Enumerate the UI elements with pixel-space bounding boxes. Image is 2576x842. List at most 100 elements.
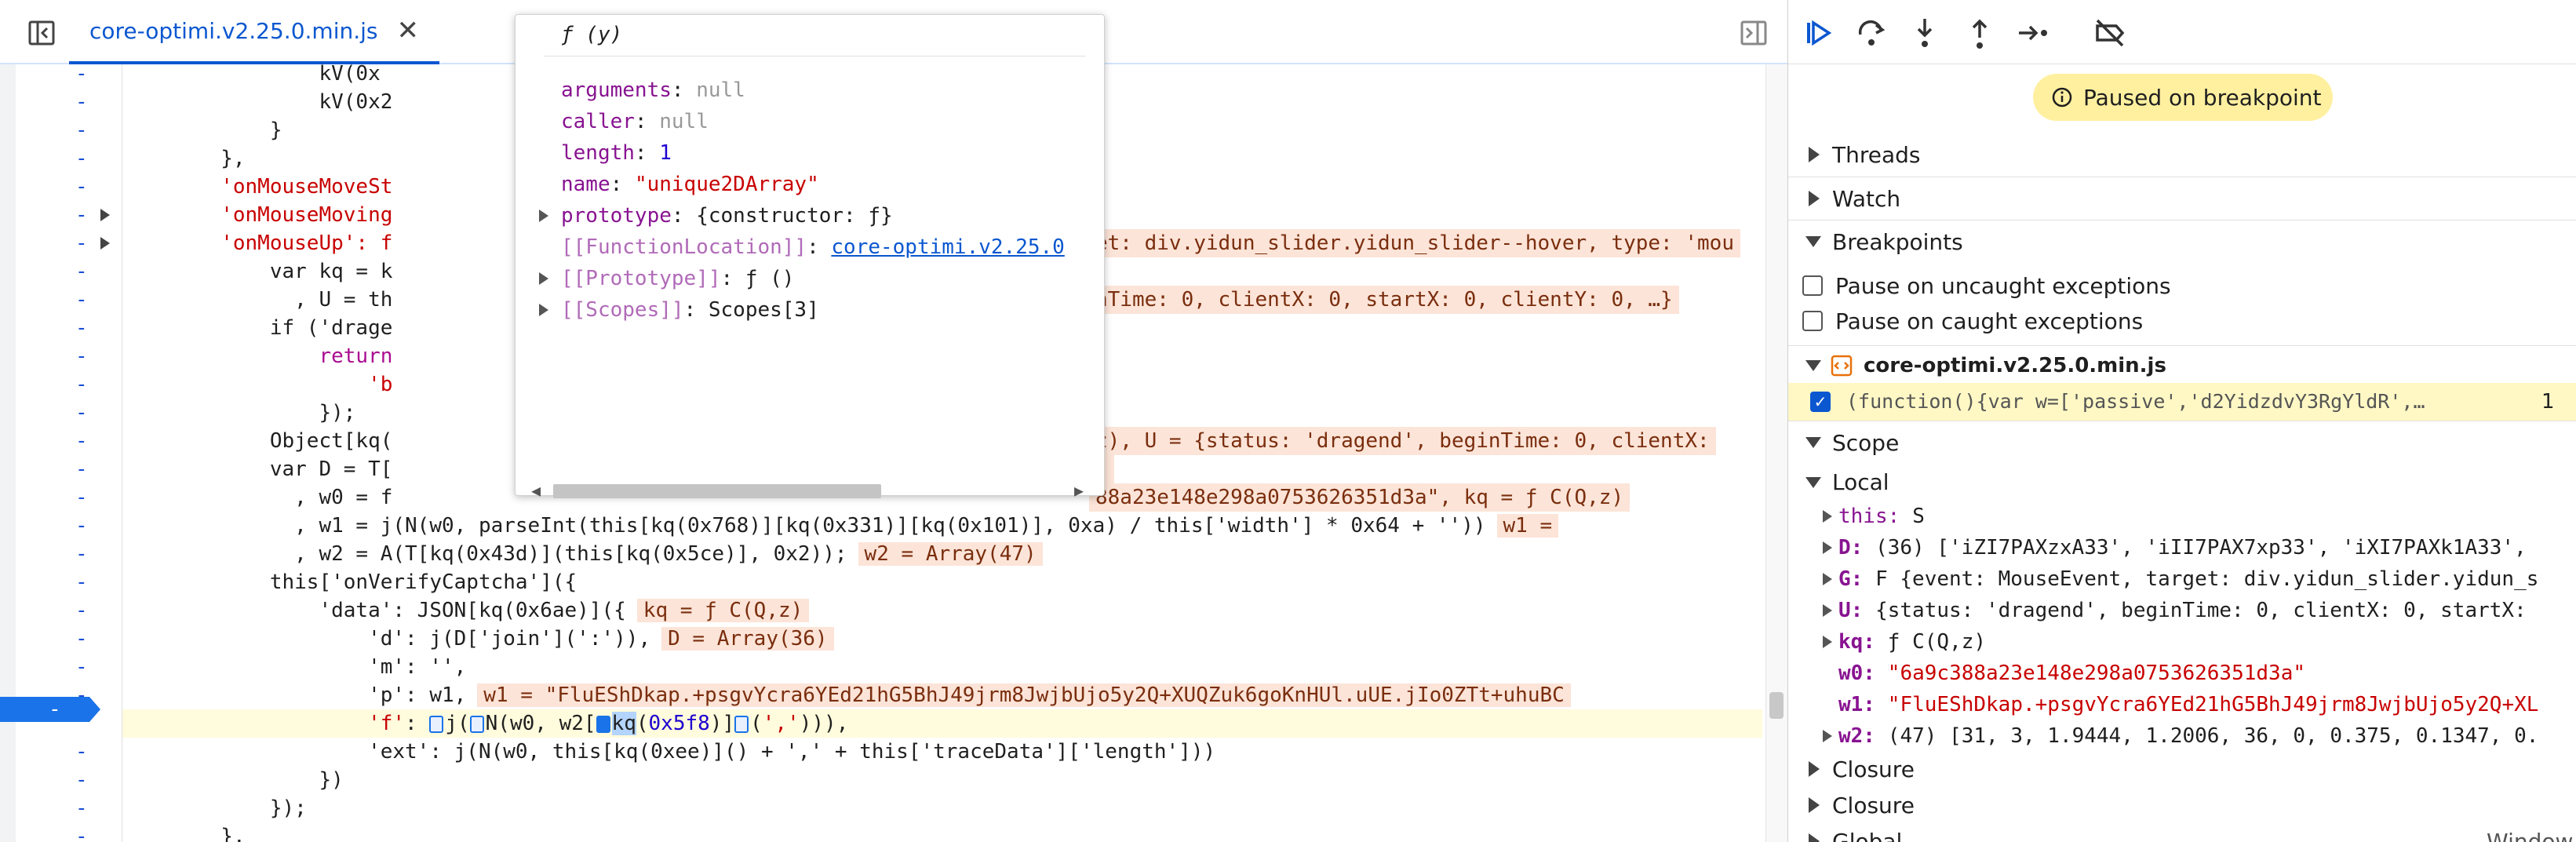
expand-icon[interactable] [539,304,548,316]
execution-line[interactable]: 'f': j(N(w0, w2[kq(0x5f8)] (','))), [122,709,1762,738]
step-over-icon[interactable] [1854,16,1889,50]
scope-closure[interactable]: Closure [1788,788,2576,824]
expand-icon[interactable] [539,210,548,222]
deactivate-breakpoints-icon[interactable] [2093,16,2127,50]
gutter-line[interactable]: - [16,314,122,342]
popover-property[interactable]: [[FunctionLocation]]: core-optimi.v2.25.… [561,233,1065,261]
gutter-line[interactable]: - [16,229,122,257]
gutter-line[interactable]: - [16,427,122,455]
expand-icon[interactable] [1823,573,1832,585]
scope-variable[interactable]: this: S [1788,501,2576,532]
section-breakpoints[interactable]: Breakpoints [1788,220,2576,263]
code-scrollbar[interactable] [1765,64,1787,842]
breakpoint-checkbox[interactable]: ✓ [1810,392,1831,412]
gutter-line[interactable]: - [16,116,122,144]
gutter-line[interactable]: - [16,596,122,625]
popover-property[interactable]: prototype: {constructor: ƒ} [561,202,893,230]
sidebar-toggle-icon[interactable] [1740,20,1767,46]
scope-variable[interactable]: kq: ƒ C(Q,z) [1788,626,2576,658]
fold-icon[interactable] [100,209,110,221]
code-scrollbar-thumb[interactable] [1769,692,1784,719]
popover-scrollbar-thumb[interactable] [553,484,881,498]
gutter-line[interactable]: - [16,738,122,766]
scroll-right-icon[interactable]: ▶ [1074,481,1084,500]
expand-icon[interactable] [1823,604,1832,617]
popover-property[interactable]: [[Prototype]]: ƒ () [561,264,794,293]
gutter-line[interactable]: - [16,766,122,794]
function-location-link[interactable]: core-optimi.v2.25.0 [831,235,1064,259]
expand-icon[interactable] [1823,541,1832,554]
inline-value: nTime: 0, clientX: 0, startX: 0, clientY… [1089,286,1679,314]
gutter-line[interactable]: - [16,88,122,116]
popover-property[interactable]: [[Scopes]]: Scopes[3] [561,296,819,324]
gutter-line[interactable]: - [16,201,122,229]
pause-uncaught-checkbox[interactable] [1802,275,1823,296]
expand-icon[interactable] [1823,730,1832,742]
scope-variable[interactable]: G: F {event: MouseEvent, target: div.yid… [1788,563,2576,595]
gutter-line[interactable]: - [16,399,122,427]
gutter-line[interactable]: - [16,625,122,653]
navigator-toggle-icon[interactable] [28,20,55,46]
popover-property[interactable]: caller: null [561,108,709,136]
gutter-line[interactable]: - [16,794,122,822]
gutter-line[interactable]: - [16,455,122,483]
gutter-line[interactable]: - [16,286,122,314]
scope-variable-key: this: [1838,505,1912,528]
step-icon[interactable] [2016,16,2050,50]
pause-uncaught-option[interactable]: Pause on uncaught exceptions [1802,268,2171,303]
popover-property[interactable]: arguments: null [561,76,745,104]
gutter-line-number: - [75,514,88,538]
fold-icon[interactable] [100,237,110,250]
code-text: } [122,118,282,142]
pause-caught-checkbox[interactable] [1802,311,1823,331]
scope-variable[interactable]: w1: "FluEShDkap.+psgvYcra6YEd21hG5BhJ49j… [1788,689,2576,720]
gutter-line[interactable]: - [16,540,122,568]
scope-variable[interactable]: w0: "6a9c388a23e148e298a0753626351d3a" [1788,658,2576,689]
gutter-line[interactable]: - [16,822,122,842]
popover-property[interactable]: name: "unique2DArray" [561,170,819,199]
continue-to-location-icon[interactable] [469,715,484,733]
scope-variable-value: (36) ['iZI7PAXzxA33', 'iII7PAX7xp33', 'i… [1875,536,2539,560]
scope-closure[interactable]: Closure [1788,752,2576,788]
gutter-line-number: - [75,175,88,199]
expand-icon[interactable] [539,272,548,285]
scope-local[interactable]: Local [1788,465,2576,501]
gutter-line[interactable]: - [16,342,122,370]
pause-caught-option[interactable]: Pause on caught exceptions [1802,304,2143,338]
continue-to-location-icon[interactable] [734,715,749,733]
gutter-line[interactable]: - [16,568,122,596]
line-gutter[interactable]: --------------------------- [16,64,122,842]
section-watch[interactable]: Watch [1788,177,2576,220]
expand-icon[interactable] [1823,510,1832,523]
breakpoint-marker-icon[interactable]: - [0,695,102,724]
scope-variable[interactable]: w2: (47) [31, 3, 1.9444, 1.2006, 36, 0, … [1788,720,2576,752]
gutter-line[interactable]: - [16,144,122,173]
file-tab[interactable]: core-optimi.v2.25.0.min.js ✕ [69,0,439,64]
popover-scrollbar[interactable]: ◀ ▶ [530,481,1091,501]
step-out-icon[interactable] [1962,16,1997,50]
close-icon[interactable]: ✕ [397,15,420,46]
scope-variable[interactable]: U: {status: 'dragend', beginTime: 0, cli… [1788,595,2576,626]
scope-variable[interactable]: D: (36) ['iZI7PAXzxA33', 'iII7PAX7xp33',… [1788,532,2576,563]
section-threads[interactable]: Threads [1788,133,2576,177]
object-preview-popover[interactable]: ƒ (y) arguments: null caller: null length:… [515,14,1105,500]
gutter-line[interactable]: - [16,370,122,399]
gutter-line[interactable]: - [16,512,122,540]
scope-global[interactable]: Global Window [1788,824,2576,842]
continue-to-location-icon[interactable] [596,715,610,733]
breakpoint-file-group[interactable]: core-optimi.v2.25.0.min.js [1788,345,2576,385]
gutter-line[interactable]: - [16,483,122,512]
continue-to-location-icon[interactable] [429,715,444,733]
gutter-line[interactable]: - [16,64,122,88]
gutter-line[interactable]: - [16,653,122,681]
popover-property[interactable]: length: 1 [561,139,672,167]
expand-icon[interactable] [1823,636,1832,648]
gutter-line[interactable]: - [16,257,122,286]
step-into-icon[interactable] [1907,16,1942,50]
scroll-left-icon[interactable]: ◀ [531,481,541,500]
breakpoint-entry[interactable]: ✓ (function(){var w=['passive','d2Yidzdv… [1788,383,2576,421]
resume-icon[interactable] [1801,16,1835,50]
breakpoint-marker-dash: - [49,698,61,721]
gutter-line[interactable]: - [16,173,122,201]
section-scope[interactable]: Scope [1788,421,2576,464]
